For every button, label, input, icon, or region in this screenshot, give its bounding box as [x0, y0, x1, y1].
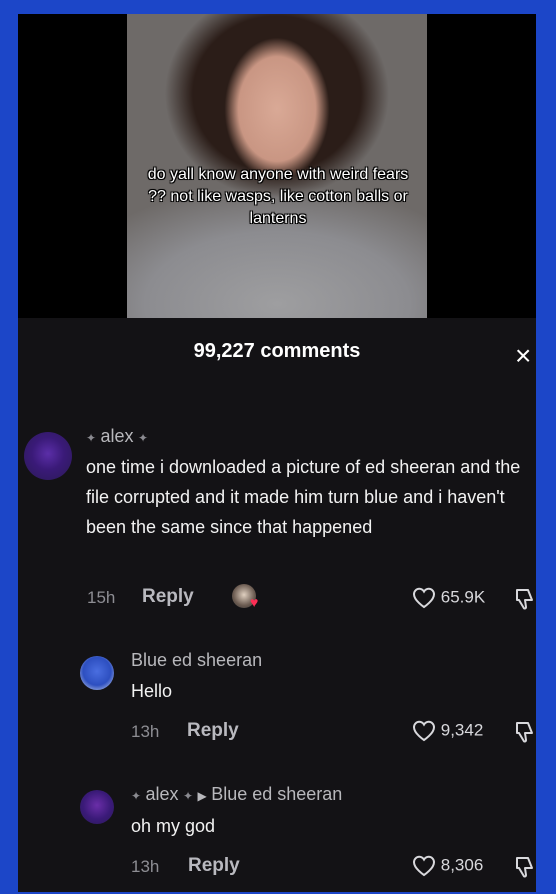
- video-caption: do yall know anyone with weird fears ?? …: [147, 166, 409, 227]
- avatar[interactable]: [24, 432, 72, 480]
- comment-text: Hello: [131, 681, 173, 701]
- sparkle-icon: ✦: [183, 788, 194, 803]
- comment-header: ✦ alex ✦: [86, 426, 148, 447]
- like-count: 9,342: [440, 720, 484, 740]
- dislike-icon[interactable]: [514, 587, 536, 611]
- comment-time: 15h: [87, 588, 116, 607]
- comment-time: 13h: [131, 722, 160, 741]
- dislike-icon[interactable]: [514, 855, 536, 879]
- sparkle-icon: ✦: [86, 430, 97, 445]
- heart-outline-icon: [412, 720, 436, 742]
- reply-to-username[interactable]: Blue ed sheeran: [211, 784, 342, 804]
- video-player[interactable]: do yall know anyone with weird fears ?? …: [18, 14, 536, 318]
- like-button[interactable]: 8,306: [412, 855, 483, 877]
- comment-time: 13h: [131, 857, 160, 876]
- sparkle-icon: ✦: [138, 430, 149, 445]
- reply-button[interactable]: Reply: [187, 720, 239, 742]
- comment-text: oh my god: [131, 816, 216, 836]
- comment-text: one time i downloaded a picture of ed sh…: [86, 457, 521, 537]
- like-button[interactable]: 9,342: [412, 720, 483, 742]
- reply-button[interactable]: Reply: [142, 586, 194, 608]
- avatar[interactable]: [80, 656, 114, 690]
- reply-arrow-icon: ▶: [197, 789, 207, 803]
- dislike-icon[interactable]: [514, 720, 536, 744]
- comments-screen: do yall know anyone with weird fears ?? …: [18, 14, 536, 892]
- heart-outline-icon: [412, 855, 436, 877]
- comment-username[interactable]: Blue ed sheeran: [131, 650, 262, 671]
- reply-button[interactable]: Reply: [188, 855, 240, 877]
- comment-header: ✦ alex ✦ ▶ Blue ed sheeran: [131, 784, 342, 805]
- comment-username[interactable]: alex: [101, 426, 134, 446]
- like-button[interactable]: 65.9K: [412, 587, 485, 609]
- like-count: 65.9K: [440, 587, 486, 607]
- creator-liked-icon: ♥: [250, 594, 259, 610]
- heart-outline-icon: [412, 587, 436, 609]
- like-count: 8,306: [440, 855, 484, 875]
- avatar[interactable]: [80, 790, 114, 824]
- sparkle-icon: ✦: [131, 788, 142, 803]
- close-icon[interactable]: ×: [515, 342, 531, 370]
- comments-count: 99,227 comments: [193, 340, 361, 362]
- comment-username[interactable]: alex: [146, 784, 179, 804]
